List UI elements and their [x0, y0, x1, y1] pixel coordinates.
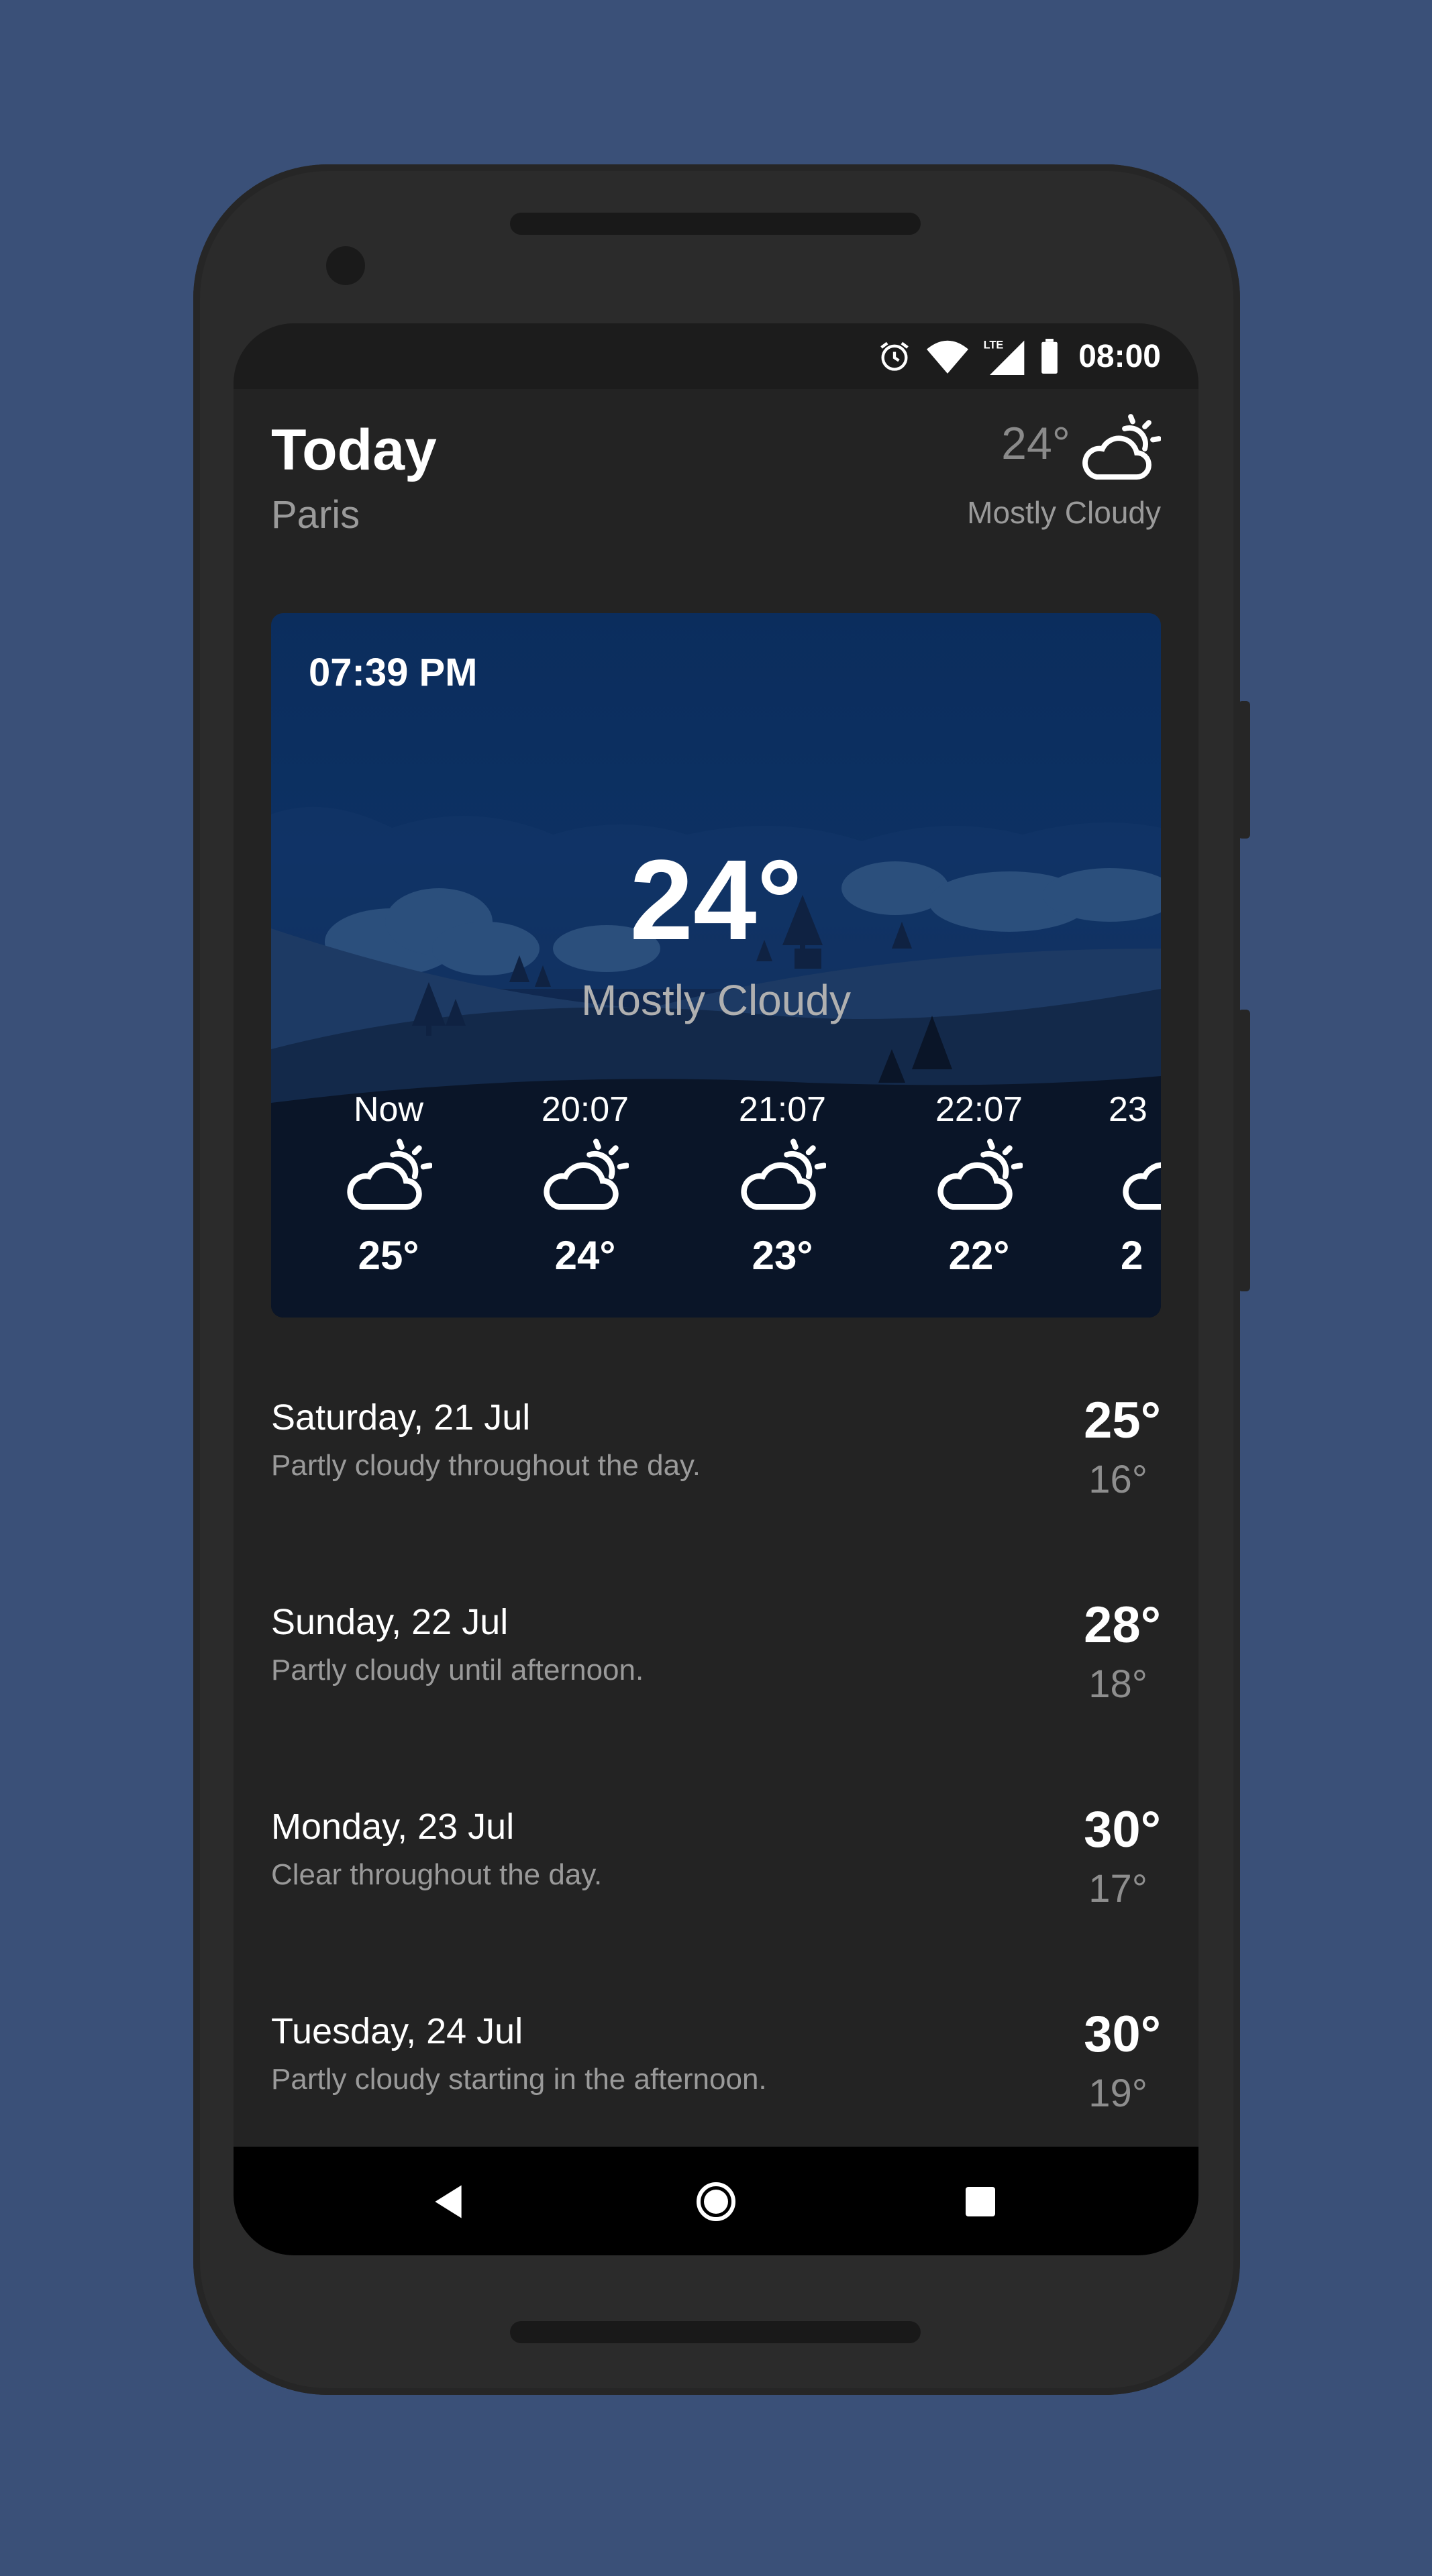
header-temp: 24°: [1001, 418, 1070, 469]
card-time: 07:39 PM: [309, 651, 478, 694]
status-time: 08:00: [1078, 338, 1161, 374]
day-description: Partly cloudy until afternoon.: [271, 1654, 644, 1686]
day-high: 30°: [1084, 2006, 1161, 2063]
home-icon[interactable]: [695, 2180, 737, 2223]
wifi-icon: [927, 340, 969, 374]
partly-cloudy-icon: [1123, 1162, 1161, 1210]
current-temperature: 24°: [629, 837, 803, 964]
weather-card[interactable]: 07:39 PM 24° Mostly Cloudy Now 25° 20:07: [271, 613, 1161, 1318]
screen: LTE 08:00 Today Paris 24° Mostly Cloudy: [234, 323, 1198, 2255]
hour-temp: 24°: [554, 1233, 616, 1278]
battery-icon: [1041, 339, 1058, 374]
hourly-item[interactable]: 20:07 24°: [518, 1089, 652, 1279]
day-high: 30°: [1084, 1801, 1161, 1858]
bottom-speaker: [510, 2321, 921, 2343]
day-description: Partly cloudy starting in the afternoon.: [271, 2063, 767, 2096]
header-condition: Mostly Cloudy: [967, 495, 1161, 530]
daily-forecast-item[interactable]: Tuesday, 24 Jul Partly cloudy starting i…: [271, 2006, 1161, 2145]
hour-time: 21:07: [738, 1090, 827, 1129]
hourly-item[interactable]: Now 25°: [321, 1089, 456, 1279]
day-low: 17°: [1088, 1867, 1147, 1911]
daily-forecast-item[interactable]: Sunday, 22 Jul Partly cloudy until after…: [271, 1597, 1161, 1735]
day-low: 16°: [1088, 1458, 1147, 1501]
day-description: Partly cloudy throughout the day.: [271, 1449, 701, 1482]
hour-time: 20:07: [541, 1090, 629, 1129]
hourly-item[interactable]: 22:07 22°: [912, 1089, 1046, 1279]
daily-forecast-item[interactable]: Monday, 23 Jul Clear throughout the day.…: [271, 1801, 1161, 1940]
status-bar: LTE 08:00: [234, 323, 1198, 389]
city-label: Paris: [271, 493, 360, 537]
back-icon[interactable]: [431, 2184, 465, 2220]
partly-cloudy-icon: [937, 1138, 1023, 1210]
navigation-bar: [234, 2147, 1198, 2255]
day-high: 28°: [1084, 1597, 1161, 1654]
current-condition: Mostly Cloudy: [581, 976, 851, 1024]
alarm-icon: [880, 341, 909, 371]
hour-temp: 2: [1121, 1233, 1143, 1278]
hourly-item[interactable]: 23 2: [1109, 1089, 1161, 1279]
hourly-forecast[interactable]: Now 25° 20:07 24° 21:07 23° 22:07 22° 23…: [271, 1089, 1161, 1304]
day-description: Clear throughout the day.: [271, 1858, 603, 1891]
front-camera: [326, 246, 365, 285]
daily-forecast-item[interactable]: Saturday, 21 Jul Partly cloudy throughou…: [271, 1392, 1161, 1531]
recents-icon[interactable]: [966, 2187, 995, 2216]
day-name: Tuesday, 24 Jul: [271, 2011, 523, 2051]
hour-time: Now: [353, 1090, 424, 1129]
header: Today Paris 24° Mostly Cloudy: [271, 414, 1161, 551]
lte-signal-icon: LTE: [984, 339, 1025, 375]
day-low: 18°: [1088, 1662, 1147, 1706]
day-name: Saturday, 21 Jul: [271, 1397, 531, 1438]
hour-temp: 25°: [358, 1233, 419, 1278]
hourly-item[interactable]: 21:07 23°: [715, 1089, 850, 1279]
page-title: Today: [271, 418, 437, 482]
hour-temp: 22°: [948, 1233, 1010, 1278]
top-speaker: [510, 213, 921, 235]
hour-time: 22:07: [935, 1090, 1023, 1129]
partly-cloudy-icon: [741, 1138, 827, 1210]
day-name: Monday, 23 Jul: [271, 1807, 515, 1847]
partly-cloudy-icon: [1082, 414, 1161, 480]
hour-time: 23: [1109, 1090, 1147, 1129]
day-name: Sunday, 22 Jul: [271, 1602, 509, 1642]
lte-label: LTE: [984, 339, 1004, 351]
partly-cloudy-icon: [544, 1138, 629, 1210]
day-high: 25°: [1084, 1392, 1161, 1449]
partly-cloudy-icon: [347, 1138, 433, 1210]
hour-temp: 23°: [752, 1233, 813, 1278]
day-low: 19°: [1088, 2072, 1147, 2115]
